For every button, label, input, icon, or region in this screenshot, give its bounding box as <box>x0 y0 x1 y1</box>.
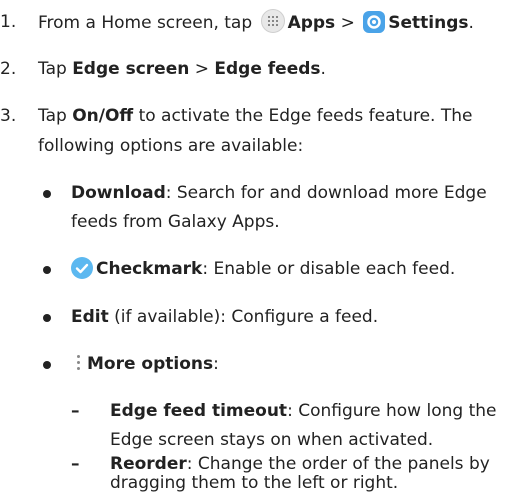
bullet-more-options: More options: <box>71 351 219 378</box>
bullet-dot <box>43 314 51 322</box>
step-number: 1. <box>0 12 17 32</box>
edge-feed-timeout-label: Edge feed timeout <box>110 401 288 421</box>
step-text: Tap <box>38 106 73 126</box>
dash-marker: – <box>71 454 80 474</box>
more-options-icon <box>73 352 83 374</box>
period: . <box>320 59 326 79</box>
step-number: 2. <box>0 59 17 79</box>
bullet-dot <box>43 190 51 198</box>
step-number: 3. <box>0 106 17 126</box>
step-text: Tap <box>38 59 73 79</box>
bullet-text: (if available): Configure a feed. <box>108 307 379 327</box>
bullet-checkmark: Checkmark: Enable or disable each feed. <box>71 256 455 283</box>
on-off-label: On/Off <box>72 106 134 126</box>
step-text-rest: to activate the Edge feeds feature. The <box>133 106 473 126</box>
subbullet-reorder-line-2: dragging them to the left or right. <box>110 473 399 493</box>
subbullet-edge-feed-timeout: Edge feed timeout: Configure how long th… <box>110 398 496 425</box>
edge-feeds-label: Edge feeds <box>214 59 321 79</box>
bullet-download-line-2: feeds from Galaxy Apps. <box>71 212 280 232</box>
checkmark-icon <box>71 257 93 279</box>
step-text: From a Home screen, tap <box>38 13 253 33</box>
bullet-download: Download: Search for and download more E… <box>71 180 487 207</box>
subbullet-text: : Configure how long the <box>287 401 497 421</box>
period: . <box>468 13 474 33</box>
settings-gear-icon <box>363 11 386 33</box>
separator: > <box>335 13 361 33</box>
download-label: Download <box>71 183 166 203</box>
step-3-line-2: following options are available: <box>38 136 304 156</box>
settings-label: Settings <box>388 13 469 33</box>
bullet-text: : Enable or disable each feed. <box>202 259 456 279</box>
separator: > <box>189 59 215 79</box>
edge-screen-label: Edge screen <box>72 59 190 79</box>
bullet-dot <box>43 266 51 274</box>
bullet-text: : Search for and download more Edge <box>165 183 487 203</box>
bullet-dot <box>43 361 51 369</box>
bullet-text: : <box>213 354 219 374</box>
apps-label: Apps <box>287 13 336 33</box>
checkmark-label: Checkmark <box>96 259 203 279</box>
edit-label: Edit <box>71 307 109 327</box>
apps-grid-icon <box>260 9 285 33</box>
bullet-edit: Edit (if available): Configure a feed. <box>71 304 378 331</box>
more-options-label: More options <box>87 354 214 374</box>
subbullet-edge-feed-timeout-line-2: Edge screen stays on when activated. <box>110 430 434 450</box>
dash-marker: – <box>71 401 80 421</box>
